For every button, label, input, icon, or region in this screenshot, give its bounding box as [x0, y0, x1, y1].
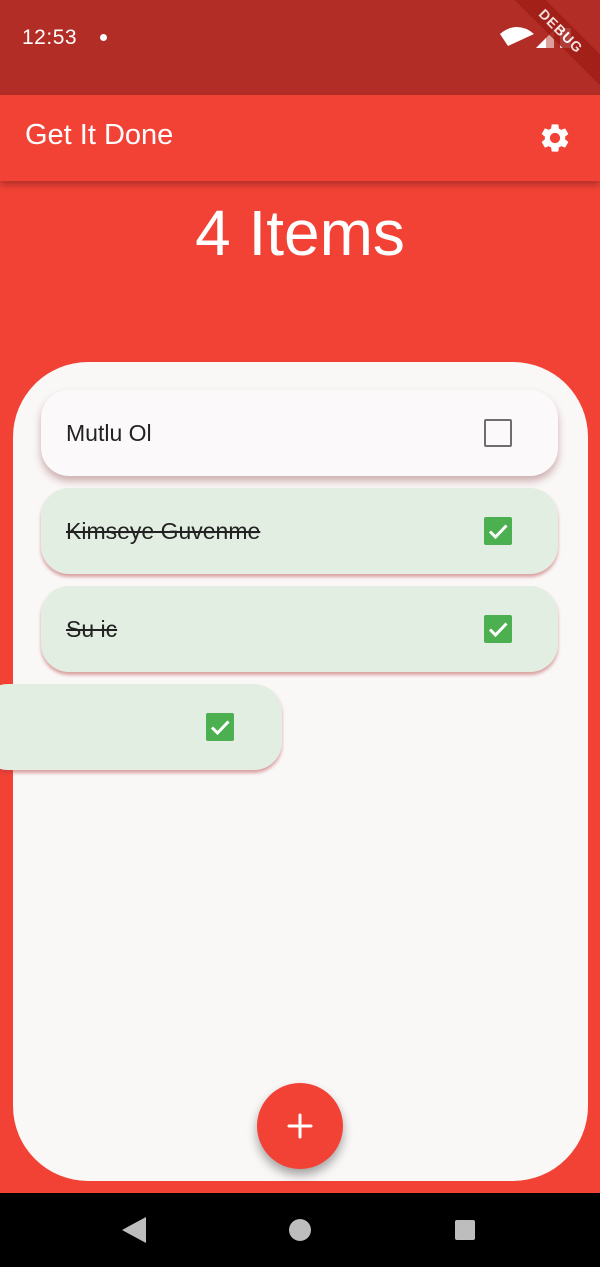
- task-checkbox[interactable]: [484, 615, 512, 643]
- status-time: 12:53: [22, 26, 78, 49]
- task-checkbox[interactable]: [484, 419, 512, 447]
- notification-dot-icon: [100, 34, 107, 41]
- item-count-title: 4 Items: [195, 197, 405, 269]
- system-nav-bar: [0, 1193, 600, 1267]
- task-checkbox[interactable]: [484, 517, 512, 545]
- home-circle-icon[interactable]: [289, 1219, 311, 1241]
- task-list-panel: [13, 362, 588, 1181]
- task-item[interactable]: Mutlu Ol: [41, 390, 558, 476]
- app-title: Get It Done: [25, 119, 174, 151]
- plus-icon: [287, 1113, 313, 1139]
- status-bar: 12:53 DEBUG: [0, 0, 600, 95]
- gear-icon[interactable]: [538, 121, 572, 155]
- task-item-dismissing[interactable]: [0, 684, 282, 770]
- task-label: Mutlu Ol: [66, 420, 152, 446]
- check-icon: [210, 720, 230, 736]
- task-label: Su ic: [66, 616, 118, 642]
- task-item[interactable]: Kimseye Guvenme: [41, 488, 558, 574]
- wifi-icon: [500, 27, 534, 46]
- task-label: Kimseye Guvenme: [66, 518, 261, 544]
- task-checkbox[interactable]: [206, 713, 234, 741]
- check-icon: [488, 524, 508, 540]
- app-bar: Get It Done: [0, 95, 600, 181]
- recents-square-icon[interactable]: [455, 1220, 475, 1240]
- add-task-button[interactable]: [257, 1083, 343, 1169]
- back-triangle-icon[interactable]: [122, 1217, 146, 1243]
- task-item[interactable]: Su ic: [41, 586, 558, 672]
- check-icon: [488, 622, 508, 638]
